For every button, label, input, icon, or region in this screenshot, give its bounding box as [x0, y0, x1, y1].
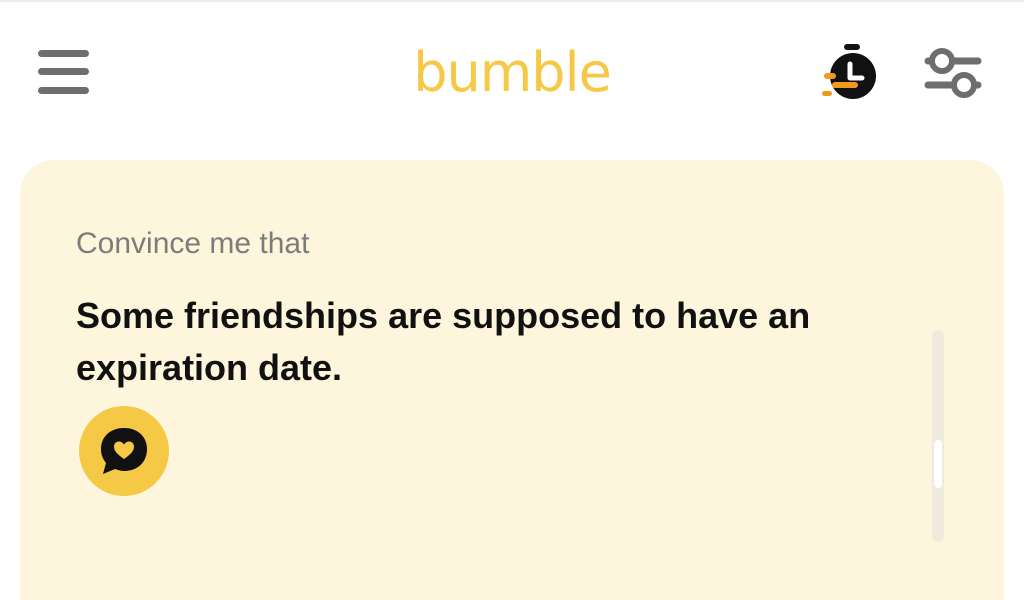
scrollbar-thumb[interactable]	[934, 440, 942, 488]
timer-button[interactable]	[816, 40, 882, 106]
filter-button[interactable]	[922, 44, 986, 104]
stopwatch-icon	[822, 44, 876, 99]
heart-speech-bubble-icon	[101, 428, 147, 474]
menu-button[interactable]	[38, 48, 90, 96]
bumble-logo: bumble	[413, 41, 612, 104]
comment-button[interactable]	[79, 406, 169, 496]
app-header: bumble	[0, 0, 1024, 150]
sliders-filter-icon	[924, 48, 982, 98]
scrollbar-track[interactable]	[932, 330, 944, 542]
prompt-card: Convince me that Some friendships are su…	[20, 160, 1004, 600]
prompt-answer-text: Some friendships are supposed to have an…	[76, 295, 811, 388]
prompt-label: Convince me that	[76, 227, 310, 260]
